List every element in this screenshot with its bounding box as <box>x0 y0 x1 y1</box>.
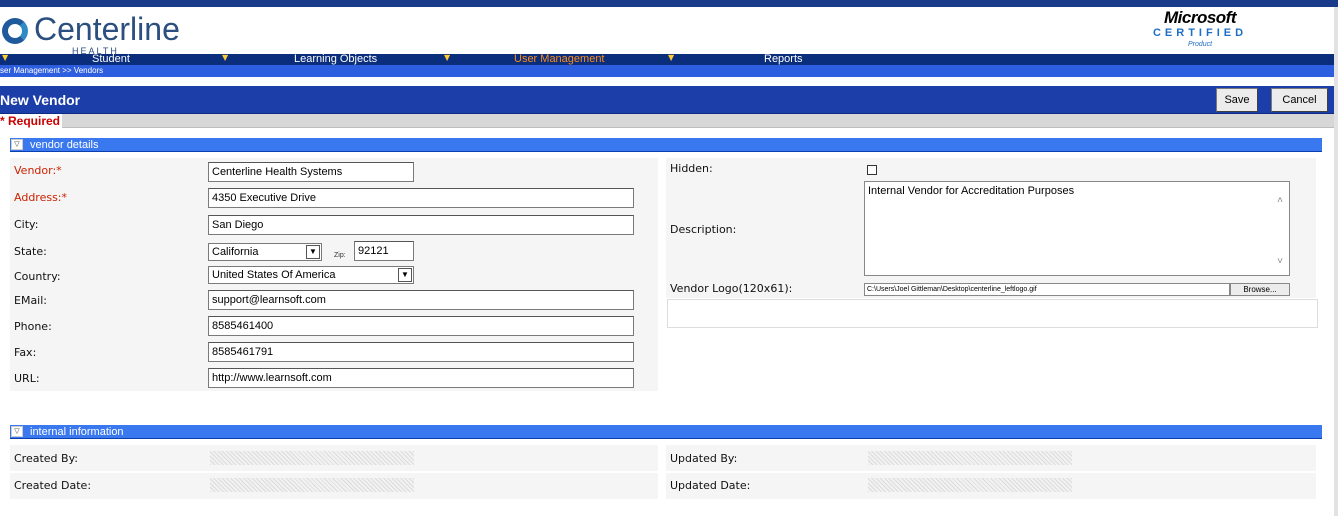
country-select[interactable]: United States Of America ▼ <box>208 266 414 284</box>
collapse-triangle-icon[interactable]: ▽ <box>11 139 23 150</box>
state-value: California <box>212 246 259 258</box>
state-label: State: <box>14 245 47 258</box>
country-label: Country: <box>14 270 61 283</box>
chevron-down-icon[interactable]: ▼ <box>306 245 320 259</box>
email-label: EMail: <box>14 294 47 307</box>
cancel-button[interactable]: Cancel <box>1271 88 1328 112</box>
hidden-checkbox[interactable] <box>867 165 877 175</box>
city-label: City: <box>14 218 39 231</box>
state-select[interactable]: California ▼ <box>208 243 322 261</box>
title-bar: New Vendor Save Cancel <box>0 86 1334 114</box>
header: Centerline HEALTH SYSTEMS Microsoft CERT… <box>0 7 1338 66</box>
country-value: United States Of America <box>212 269 336 281</box>
vendor-logo-label: Vendor Logo(120x61): <box>670 282 793 295</box>
ms-name: Microsoft <box>1164 8 1237 27</box>
city-input[interactable]: San Diego <box>208 215 634 235</box>
centerline-logo: Centerline HEALTH SYSTEMS <box>0 11 180 66</box>
fax-input[interactable]: 8585461791 <box>208 342 634 362</box>
url-label: URL: <box>14 372 40 385</box>
created-by-label: Created By: <box>14 452 78 465</box>
phone-label: Phone: <box>14 320 52 333</box>
updated-date-label: Updated Date: <box>670 479 751 492</box>
vendor-details-header[interactable]: ▽ vendor details <box>10 138 1322 152</box>
required-note: * Required <box>0 114 63 128</box>
zip-input[interactable]: 92121 <box>354 241 414 261</box>
breadcrumb-bar: ser Management >> Vendors <box>0 65 1338 77</box>
updated-by-value <box>868 451 1072 465</box>
centerline-logo-icon <box>2 18 28 44</box>
window-edge <box>1334 7 1338 516</box>
main-nav: ▼ Student ▼ Learning Objects ▼ User Mana… <box>0 53 1338 65</box>
nav-arrow-icon: ▼ <box>668 53 675 62</box>
internal-information-header[interactable]: ▽ internal information <box>10 425 1322 439</box>
description-label: Description: <box>670 223 737 236</box>
nav-arrow-icon: ▼ <box>222 53 229 62</box>
collapse-triangle-icon[interactable]: ▽ <box>11 426 23 437</box>
chevron-up-icon[interactable]: ˄ <box>1273 194 1287 208</box>
nav-arrow-icon: ▼ <box>444 53 451 62</box>
page-title: New Vendor <box>0 92 81 108</box>
nav-arrow-icon: ▼ <box>2 53 9 62</box>
chevron-down-icon[interactable]: ˅ <box>1273 255 1287 269</box>
updated-by-label: Updated By: <box>670 452 738 465</box>
phone-input[interactable]: 8585461400 <box>208 316 634 336</box>
updated-date-value <box>868 478 1072 492</box>
description-textarea[interactable]: Internal Vendor for Accreditation Purpos… <box>864 181 1290 276</box>
created-by-value <box>210 451 414 465</box>
section-label: vendor details <box>30 139 99 151</box>
microsoft-certified-badge: Microsoft CERTIFIED Product <box>1150 9 1250 55</box>
address-label: Address:* <box>14 191 68 204</box>
ms-certified: CERTIFIED <box>1152 27 1248 39</box>
fax-label: Fax: <box>14 346 37 359</box>
chevron-down-icon[interactable]: ▼ <box>398 268 412 282</box>
textarea-scrollbar[interactable]: ˄ ˅ <box>1273 184 1287 273</box>
zip-label: Zip: <box>334 252 346 259</box>
url-input[interactable]: http://www.learnsoft.com <box>208 368 634 388</box>
address-input[interactable]: 4350 Executive Drive <box>208 188 634 208</box>
email-input[interactable]: support@learnsoft.com <box>208 290 634 310</box>
nav-item-student[interactable]: Student <box>92 53 130 65</box>
logo-name: Centerline <box>34 11 180 47</box>
logo-preview-area <box>667 299 1318 328</box>
hidden-label: Hidden: <box>670 162 713 175</box>
nav-item-reports[interactable]: Reports <box>764 53 803 65</box>
browse-button[interactable]: Browse... <box>1230 283 1290 296</box>
created-date-value <box>210 478 414 492</box>
section-label: internal information <box>30 426 124 438</box>
vendor-input[interactable]: Centerline Health Systems <box>208 162 414 182</box>
nav-item-user-management[interactable]: User Management <box>514 53 605 65</box>
vendor-logo-file-input[interactable]: C:\Users\Joel Gittleman\Desktop\centerli… <box>864 283 1230 296</box>
save-button[interactable]: Save <box>1216 88 1258 112</box>
nav-item-learning-objects[interactable]: Learning Objects <box>294 53 377 65</box>
top-strip <box>0 0 1338 7</box>
required-bar: * Required <box>0 114 1334 128</box>
breadcrumb[interactable]: ser Management >> Vendors <box>0 65 103 77</box>
vendor-label: Vendor:* <box>14 164 62 177</box>
description-text: Internal Vendor for Accreditation Purpos… <box>868 185 1075 197</box>
created-date-label: Created Date: <box>14 479 92 492</box>
ms-product: Product <box>1187 41 1213 48</box>
